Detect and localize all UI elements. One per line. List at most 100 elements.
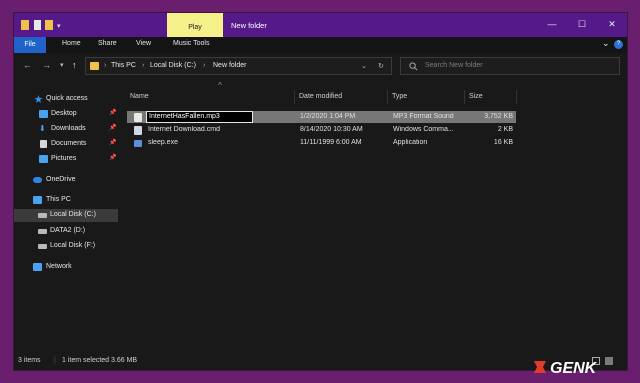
pictures-icon xyxy=(39,155,48,163)
address-dropdown-icon[interactable]: ⌄ xyxy=(361,62,367,70)
column-header-name[interactable]: Name xyxy=(130,93,149,100)
explorer-window: ▾ Play New folder — ☐ ✕ Home Share View … xyxy=(13,12,628,371)
sidebar-item-label: OneDrive xyxy=(46,176,76,183)
sidebar-item-label: Downloads xyxy=(51,125,86,132)
file-size: 2 KB xyxy=(497,126,513,133)
recent-locations-icon[interactable]: ▾ xyxy=(60,61,64,69)
back-arrow-icon[interactable]: ← xyxy=(23,60,32,70)
pin-icon: 📌 xyxy=(109,155,117,161)
sidebar-item-data2-d[interactable]: DATA2 (D:) xyxy=(14,225,118,238)
tab-music-tools[interactable]: Music Tools xyxy=(173,40,209,47)
sidebar-item-documents[interactable]: Documents 📌 xyxy=(14,138,118,151)
maximize-button[interactable]: ☐ xyxy=(567,17,597,31)
pin-icon: 📌 xyxy=(109,140,117,146)
computer-icon xyxy=(33,196,42,204)
column-header-type[interactable]: Type xyxy=(392,93,407,100)
sidebar-item-quick-access[interactable]: Quick access xyxy=(14,93,118,106)
desktop-icon xyxy=(39,110,48,118)
file-name: Internet Download.cmd xyxy=(148,126,220,133)
pin-icon: 📌 xyxy=(109,110,117,116)
address-bar[interactable]: › This PC › Local Disk (C:) › New folder… xyxy=(85,57,392,75)
rename-field[interactable]: InternetHasFallen.mp3 xyxy=(146,111,253,123)
file-row-internet-download-cmd[interactable]: Internet Download.cmd 8/14/2020 10:30 AM… xyxy=(127,124,516,136)
tab-file[interactable]: File xyxy=(14,37,46,53)
tab-share[interactable]: Share xyxy=(98,40,117,47)
folder-icon xyxy=(90,62,99,70)
breadcrumb-separator[interactable]: › xyxy=(104,62,106,69)
genk-watermark-logo: GENK xyxy=(534,360,598,377)
file-row-sleep-exe[interactable]: sleep.exe 11/11/1999 6:00 AM Application… xyxy=(127,137,516,149)
sidebar-item-network[interactable]: Network xyxy=(14,261,118,274)
sidebar-item-label: Pictures xyxy=(51,155,77,162)
sidebar-item-label: Local Disk (F:) xyxy=(50,242,96,249)
sort-indicator-icon: ^ xyxy=(218,81,222,90)
document-icon xyxy=(40,140,47,148)
breadcrumb-new-folder[interactable]: New folder xyxy=(213,62,246,69)
column-header-size[interactable]: Size xyxy=(469,93,483,100)
status-divider: | xyxy=(54,357,56,364)
status-selection: 1 item selected 3.66 MB xyxy=(62,357,138,364)
svg-text:GENK: GENK xyxy=(550,360,598,377)
sidebar-item-downloads[interactable]: ⬇ Downloads 📌 xyxy=(14,123,118,136)
audio-file-icon xyxy=(134,113,142,122)
file-date: 8/14/2020 10:30 AM xyxy=(300,126,363,133)
file-list: ^ Name Date modified Type Size InternetH… xyxy=(118,79,627,353)
script-file-icon xyxy=(134,126,142,135)
refresh-icon[interactable]: ↻ xyxy=(378,62,384,70)
star-icon xyxy=(34,95,43,103)
sidebar-item-onedrive[interactable]: OneDrive xyxy=(14,174,118,187)
cloud-icon xyxy=(33,177,42,183)
status-item-count: 3 items xyxy=(18,357,41,364)
ribbon-expand-chevron-icon[interactable]: ⌄ xyxy=(602,38,610,49)
drive-icon xyxy=(38,229,47,234)
window-title: New folder xyxy=(231,21,267,30)
tab-home[interactable]: Home xyxy=(62,40,81,47)
file-name: sleep.exe xyxy=(148,139,178,146)
breadcrumb-separator[interactable]: › xyxy=(203,62,205,69)
close-button[interactable]: ✕ xyxy=(597,17,627,31)
drive-icon xyxy=(38,244,47,249)
navigation-bar: ← → ▾ ↑ › This PC › Local Disk (C:) › Ne… xyxy=(14,53,627,79)
folder-icon xyxy=(21,20,29,30)
file-row-internethasfallen-mp3[interactable]: InternetHasFallen.mp3 1/2/2020 1:04 PM M… xyxy=(127,111,516,123)
file-date: 11/11/1999 6:00 AM xyxy=(300,139,362,146)
new-folder-icon[interactable] xyxy=(45,20,53,30)
application-icon xyxy=(134,140,142,147)
breadcrumb-local-disk-c[interactable]: Local Disk (C:) xyxy=(150,62,196,69)
sidebar-item-local-disk-c[interactable]: Local Disk (C:) xyxy=(14,209,118,222)
column-divider[interactable] xyxy=(464,90,465,104)
column-divider[interactable] xyxy=(294,90,295,104)
search-icon xyxy=(409,62,418,71)
sidebar-item-label: Desktop xyxy=(51,110,77,117)
title-bar[interactable]: ▾ Play New folder — ☐ ✕ xyxy=(14,13,627,37)
file-type: Windows Comma... xyxy=(393,126,454,133)
sidebar-item-label: Local Disk (C:) xyxy=(50,211,96,218)
pin-icon: 📌 xyxy=(109,125,117,131)
column-divider[interactable] xyxy=(516,90,517,104)
ribbon-tabs: Home Share View Music Tools ⌄ ? xyxy=(14,37,627,53)
help-icon[interactable]: ? xyxy=(614,40,623,49)
sidebar-item-label: This PC xyxy=(46,196,71,203)
tab-view[interactable]: View xyxy=(136,40,151,47)
sidebar-item-local-disk-f[interactable]: Local Disk (F:) xyxy=(14,240,118,253)
sidebar-item-label: Network xyxy=(46,263,72,270)
sidebar-item-pictures[interactable]: Pictures 📌 xyxy=(14,153,118,166)
sidebar-item-this-pc[interactable]: This PC xyxy=(14,194,118,207)
play-contextual-tab[interactable]: Play xyxy=(167,13,223,37)
quick-access-toolbar-dropdown-icon[interactable]: ▾ xyxy=(57,22,65,32)
properties-icon[interactable] xyxy=(34,20,41,30)
file-size: 3,752 KB xyxy=(484,113,513,120)
search-box[interactable]: Search New folder xyxy=(400,57,620,75)
download-icon: ⬇ xyxy=(39,124,46,133)
minimize-button[interactable]: — xyxy=(537,17,567,31)
sidebar-item-desktop[interactable]: Desktop 📌 xyxy=(14,108,118,121)
up-arrow-icon[interactable]: ↑ xyxy=(72,60,77,70)
column-header-date-modified[interactable]: Date modified xyxy=(299,93,342,100)
breadcrumb-separator[interactable]: › xyxy=(142,62,144,69)
column-divider[interactable] xyxy=(387,90,388,104)
breadcrumb-this-pc[interactable]: This PC xyxy=(111,62,136,69)
navigation-pane: Quick access Desktop 📌 ⬇ Downloads 📌 Doc… xyxy=(14,83,118,353)
forward-arrow-icon[interactable]: → xyxy=(42,60,51,70)
sidebar-item-label: Documents xyxy=(51,140,87,147)
sidebar-item-label: DATA2 (D:) xyxy=(50,227,86,234)
